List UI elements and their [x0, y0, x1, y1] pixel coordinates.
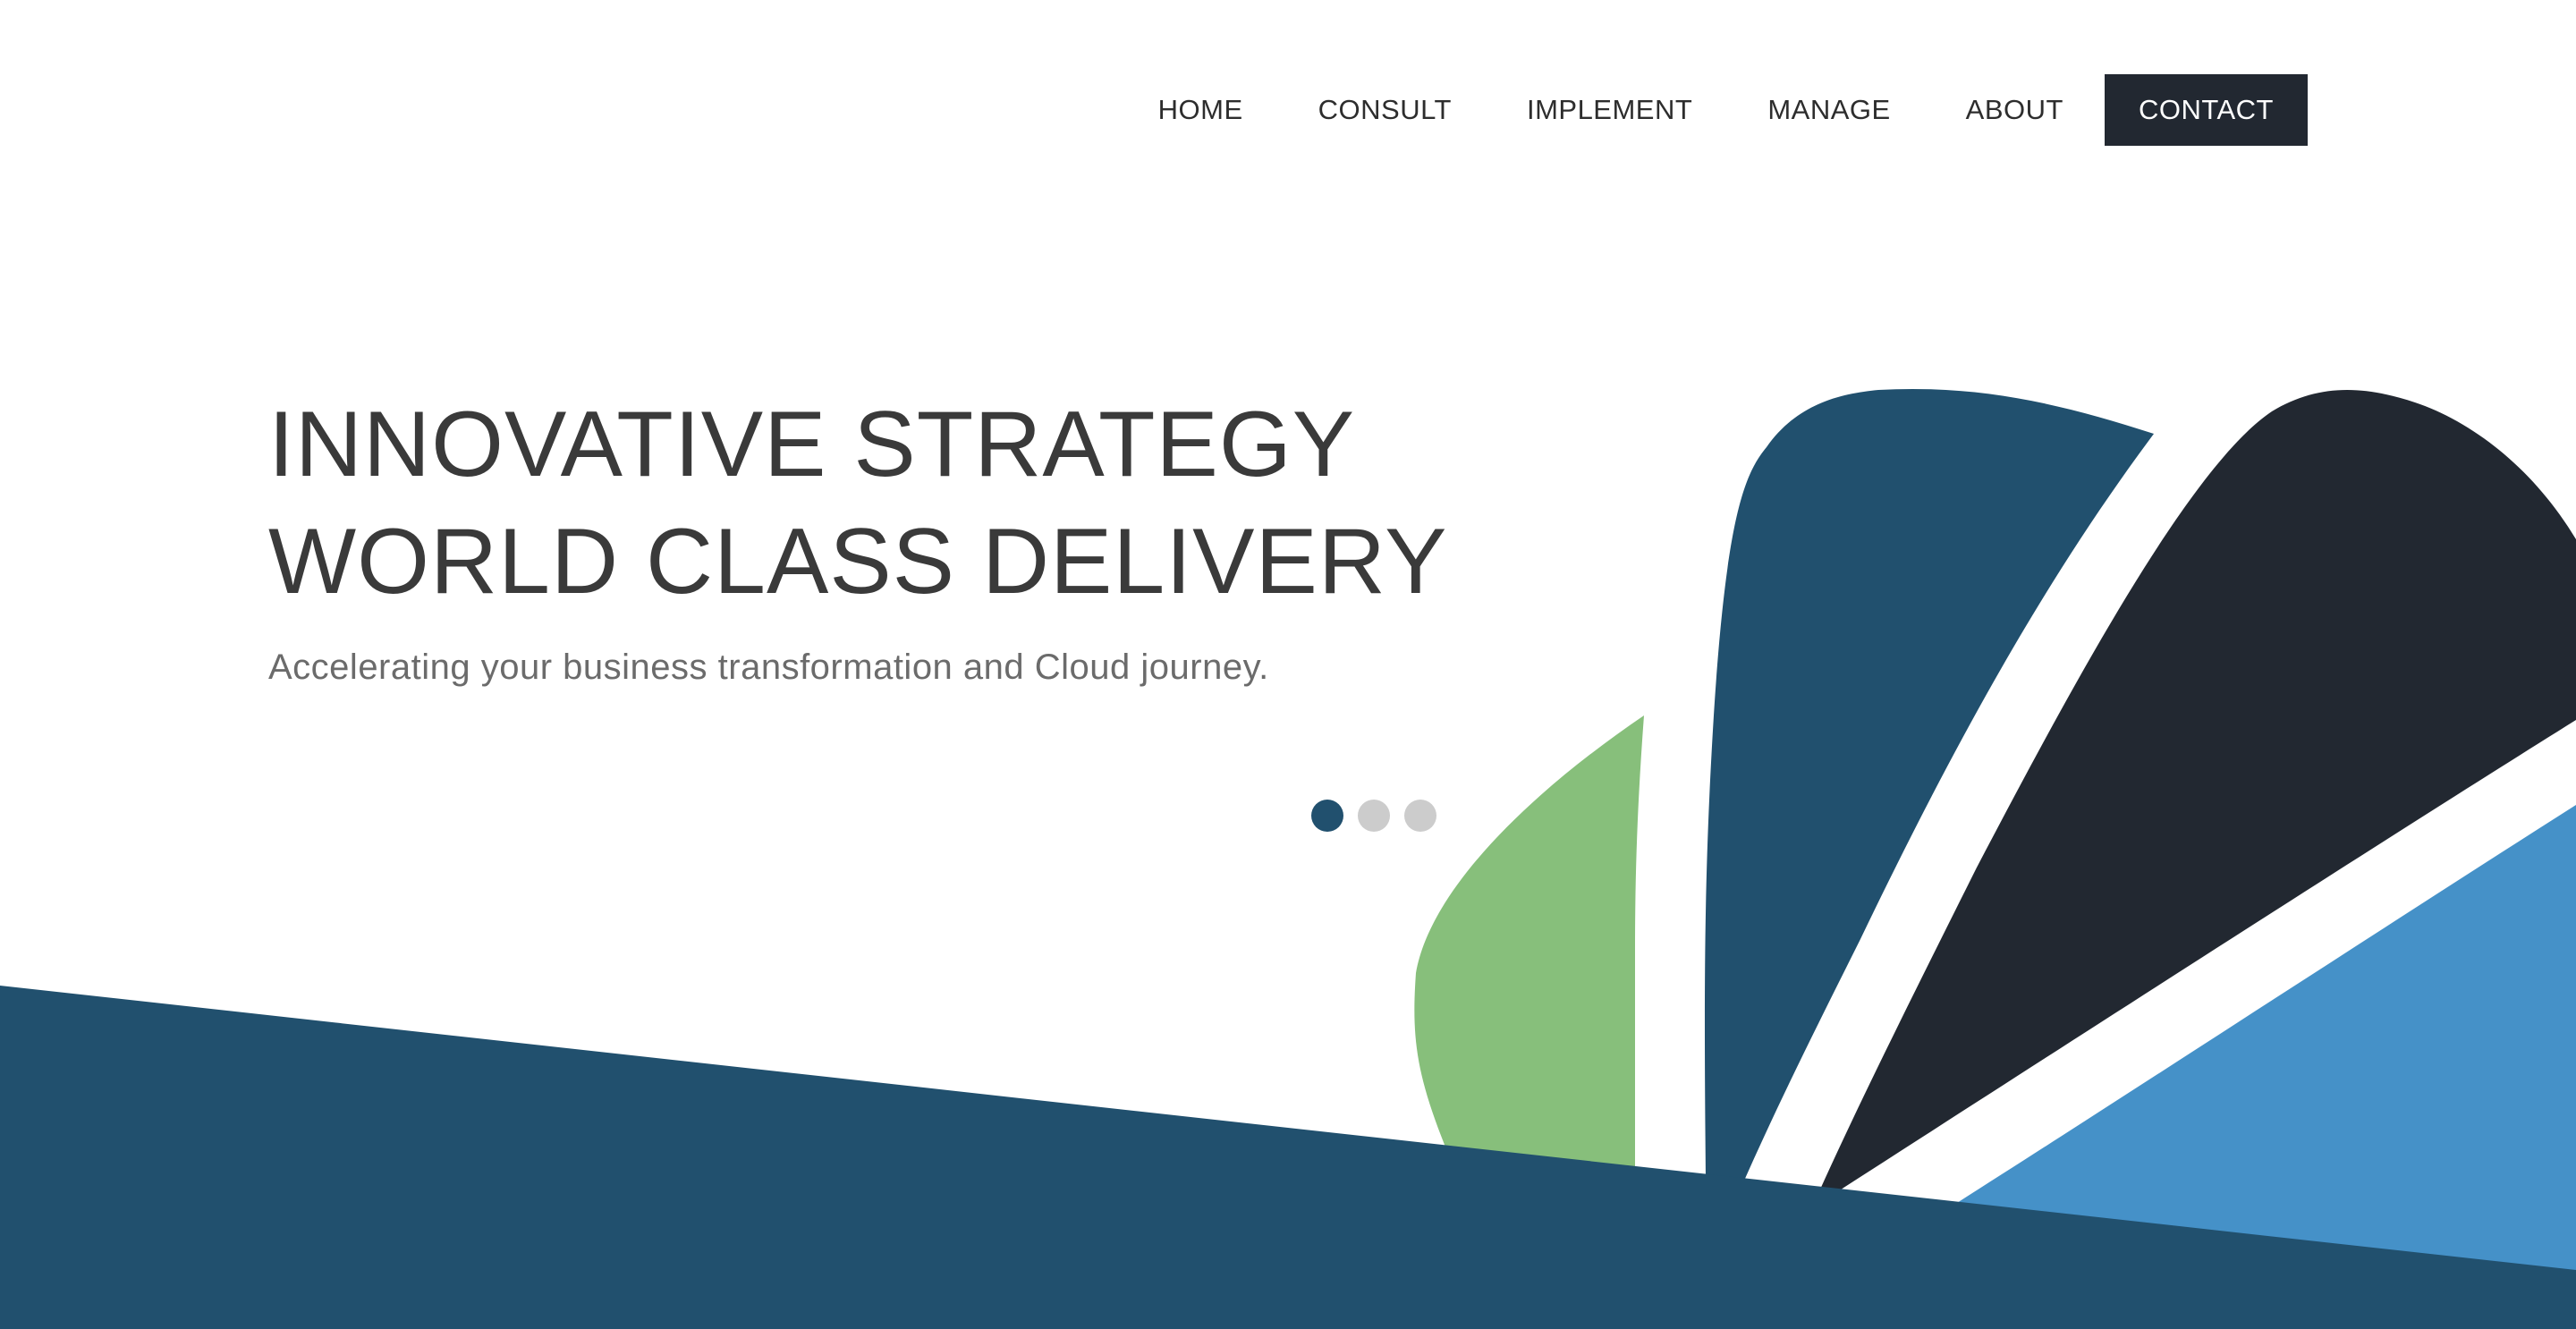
light-blue-petal-shape — [1957, 805, 2576, 1270]
nav-home-link[interactable]: HOME — [1121, 74, 1281, 146]
nav-about-link[interactable]: ABOUT — [1928, 74, 2101, 146]
contact-button[interactable]: CONTACT — [2104, 74, 2308, 146]
nav-manage-link[interactable]: MANAGE — [1730, 74, 1928, 146]
dark-petal-shape — [1819, 390, 2576, 1191]
hero-section: INNOVATIVE STRATEGY WORLD CLASS DELIVERY… — [268, 386, 1447, 688]
hero-title-line-2: WORLD CLASS DELIVERY — [268, 510, 1448, 614]
slider-dot-2[interactable] — [1358, 800, 1390, 832]
green-petal-shape — [1414, 715, 1644, 1172]
slider-pagination — [1311, 800, 1436, 832]
navy-base-shape — [0, 986, 2576, 1329]
page: HOME CONSULT IMPLEMENT MANAGE ABOUT CONT… — [0, 0, 2576, 1329]
main-navigation: HOME CONSULT IMPLEMENT MANAGE ABOUT CONT… — [1121, 74, 2308, 146]
hero-title-line-1: INNOVATIVE STRATEGY — [268, 393, 1356, 496]
nav-consult-link[interactable]: CONSULT — [1281, 74, 1489, 146]
slider-dot-3[interactable] — [1404, 800, 1436, 832]
hero-title: INNOVATIVE STRATEGY WORLD CLASS DELIVERY — [268, 386, 1447, 621]
navy-petal-shape — [1704, 388, 2154, 1181]
slider-dot-1[interactable] — [1311, 800, 1343, 832]
hero-subtitle: Accelerating your business transformatio… — [268, 648, 1269, 687]
nav-implement-link[interactable]: IMPLEMENT — [1489, 74, 1730, 146]
